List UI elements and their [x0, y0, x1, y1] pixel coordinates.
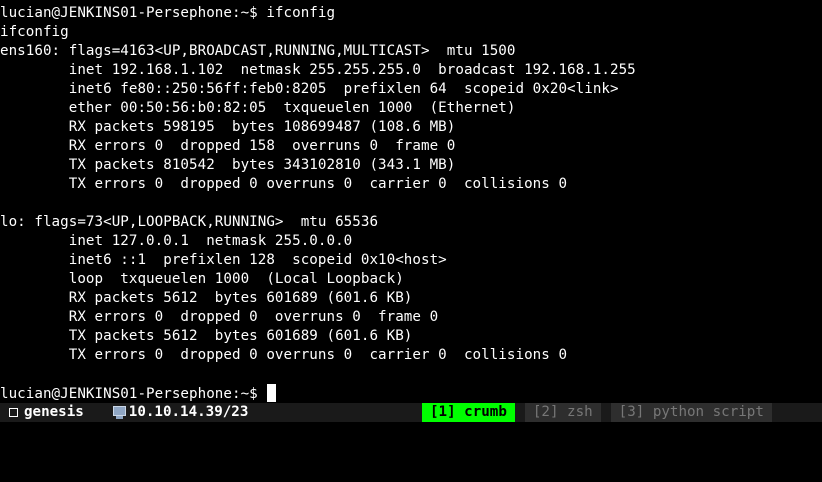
terminal-line: lucian@JENKINS01-Persephone:~$ ifconfig — [0, 5, 336, 21]
tab-zsh[interactable]: [2] zsh — [524, 403, 601, 422]
terminal-line: ens160: flags=4163<UP,BROADCAST,RUNNING,… — [0, 43, 516, 59]
shell-prompt: lucian@JENKINS01-Persephone:~$ — [0, 386, 267, 402]
monitor-icon — [112, 405, 127, 420]
status-bar-background: genesis 10.10.14.39/23 [1] crumb [2] zsh… — [0, 403, 822, 422]
terminal-line: inet6 ::1 prefixlen 128 scopeid 0x10<hos… — [0, 252, 447, 268]
tab-crumb[interactable]: [1] crumb — [422, 403, 515, 422]
terminal-line: RX errors 0 dropped 158 overruns 0 frame… — [0, 138, 456, 154]
terminal-line: TX packets 5612 bytes 601689 (601.6 KB) — [0, 328, 413, 344]
window-square-icon — [9, 408, 18, 417]
session-name: genesis — [24, 404, 84, 420]
terminal-line: TX errors 0 dropped 0 overruns 0 carrier… — [0, 176, 568, 192]
terminal-line: ifconfig — [0, 24, 69, 40]
terminal-line: inet6 fe80::250:56ff:feb0:8205 prefixlen… — [0, 81, 619, 97]
terminal-line: RX packets 5612 bytes 601689 (601.6 KB) — [0, 290, 413, 306]
terminal-line: TX packets 810542 bytes 343102810 (343.1… — [0, 157, 456, 173]
terminal-line: ether 00:50:56:b0:82:05 txqueuelen 1000 … — [0, 100, 516, 116]
tab-python-script[interactable]: [3] python script — [610, 403, 772, 422]
window-tabs: [1] crumb [2] zsh [3] python script — [422, 403, 782, 422]
terminal-output[interactable]: lucian@JENKINS01-Persephone:~$ ifconfig … — [0, 0, 822, 403]
text-cursor — [267, 384, 277, 402]
terminal-line: TX errors 0 dropped 0 overruns 0 carrier… — [0, 347, 568, 363]
tmux-status-bar: genesis 10.10.14.39/23 [1] crumb [2] zsh… — [0, 403, 822, 430]
terminal-line: lo: flags=73<UP,LOOPBACK,RUNNING> mtu 65… — [0, 214, 379, 230]
terminal-line: inet 127.0.0.1 netmask 255.0.0.0 — [0, 233, 353, 249]
terminal-line: RX errors 0 dropped 0 overruns 0 frame 0 — [0, 309, 439, 325]
status-left: genesis 10.10.14.39/23 — [2, 403, 248, 422]
ip-address: 10.10.14.39/23 — [128, 404, 249, 420]
terminal-line: loop txqueuelen 1000 (Local Loopback) — [0, 271, 404, 287]
terminal-line: inet 192.168.1.102 netmask 255.255.255.0… — [0, 62, 636, 78]
prompt-line[interactable]: lucian@JENKINS01-Persephone:~$ — [0, 384, 822, 403]
terminal-line: RX packets 598195 bytes 108699487 (108.6… — [0, 119, 456, 135]
